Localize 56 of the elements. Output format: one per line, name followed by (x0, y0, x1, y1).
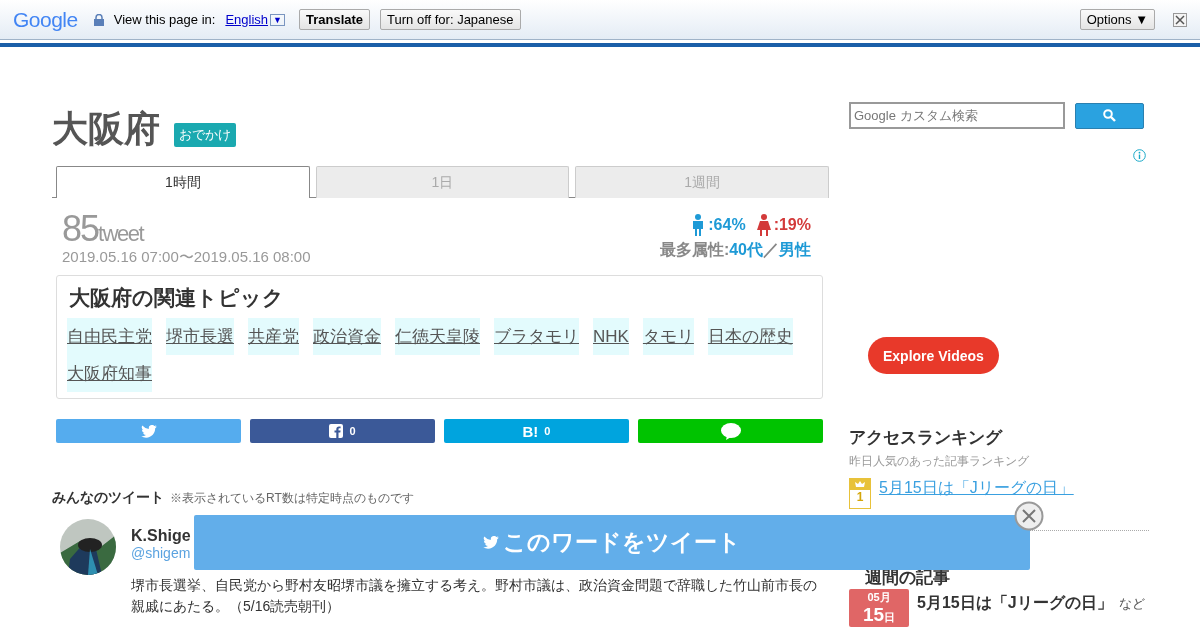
attribute-separator: ／ (763, 241, 779, 258)
search-field[interactable]: Google カスタム検索 (849, 102, 1065, 129)
translate-prompt: View this page in: (113, 12, 216, 27)
turn-off-button[interactable]: Turn off for: Japanese (380, 9, 521, 30)
google-logo: Google (13, 7, 78, 32)
close-icon[interactable] (1173, 12, 1187, 27)
bird-icon (483, 536, 499, 549)
speech-bubble-icon (720, 422, 741, 440)
attribute-gender: 男性 (779, 241, 811, 258)
female-share: :19% (773, 216, 811, 234)
topic-link[interactable]: NHK (593, 318, 629, 355)
topic-link[interactable]: 仁徳天皇陵 (395, 318, 480, 355)
tweet-count: 85 (62, 208, 99, 249)
tweet-unit: tweet (98, 221, 144, 246)
topic-link[interactable]: 堺市長選 (166, 318, 234, 355)
date-day: 15日 (862, 604, 896, 628)
share-button[interactable] (638, 419, 823, 443)
avatar[interactable] (60, 519, 116, 575)
topic-link[interactable]: 日本の歴史 (707, 318, 793, 355)
bird-icon (140, 424, 157, 438)
topic-link[interactable]: ブラタモリ (494, 318, 579, 355)
options-button[interactable]: Options ▼ (1079, 9, 1155, 30)
share-button[interactable]: 0 (250, 419, 435, 443)
female-figure-icon (755, 214, 772, 236)
tweet-text: 堺市長選挙、自民党から野村友昭堺市議を擁立する考え。野村市議は、政治資金問題で辞職した竹山前市長の親戚にあたる。（5/16読売朝刊） (131, 576, 818, 616)
male-share: :64% (708, 216, 746, 234)
search-button[interactable] (1075, 102, 1144, 129)
share-button[interactable] (56, 419, 241, 443)
user-name[interactable]: K.Shige (131, 527, 191, 545)
search-icon (1103, 109, 1116, 122)
ranking-subtitle: 昨日人気のあった記事ランキング (849, 453, 1030, 470)
attribute-age: 40代 (729, 241, 763, 258)
topic-link[interactable]: 自由民主党 (67, 318, 152, 355)
article-title[interactable]: 5月15日は「Jリーグの日」 など (917, 593, 1145, 614)
topics-heading: 大阪府の関連トピック (69, 285, 285, 311)
topic-link[interactable]: 大阪府知事 (67, 355, 152, 392)
explore-videos-button[interactable]: Explore Videos (868, 337, 999, 374)
period-text: 2019.05.16 07:00〜2019.05.16 08:00 (62, 248, 311, 267)
close-icon[interactable] (1014, 501, 1044, 531)
language-link[interactable]: English (225, 12, 269, 27)
rank-number: 1 (856, 490, 864, 504)
topic-link[interactable]: タモリ (642, 318, 694, 355)
topic-link[interactable]: 共産党 (248, 318, 299, 355)
rt-note: ※表示されているRT数は特定時点のものです (170, 490, 414, 507)
page-title: 大阪府 (52, 107, 160, 151)
language-dropdown[interactable]: ▼ (270, 13, 285, 26)
period-tab[interactable]: 1時間 (56, 166, 310, 198)
date-month: 05月 (867, 591, 891, 604)
info-icon[interactable] (1133, 149, 1146, 162)
facebook-icon (329, 424, 344, 438)
ranking-heading: アクセスランキング (849, 427, 1004, 449)
topic-link[interactable]: 政治資金 (313, 318, 381, 355)
attribute-label: 最多属性: (659, 241, 730, 258)
translate-button[interactable]: Translate (298, 9, 371, 30)
section-heading: みんなのツイート (52, 489, 164, 507)
lock-icon (93, 13, 104, 26)
